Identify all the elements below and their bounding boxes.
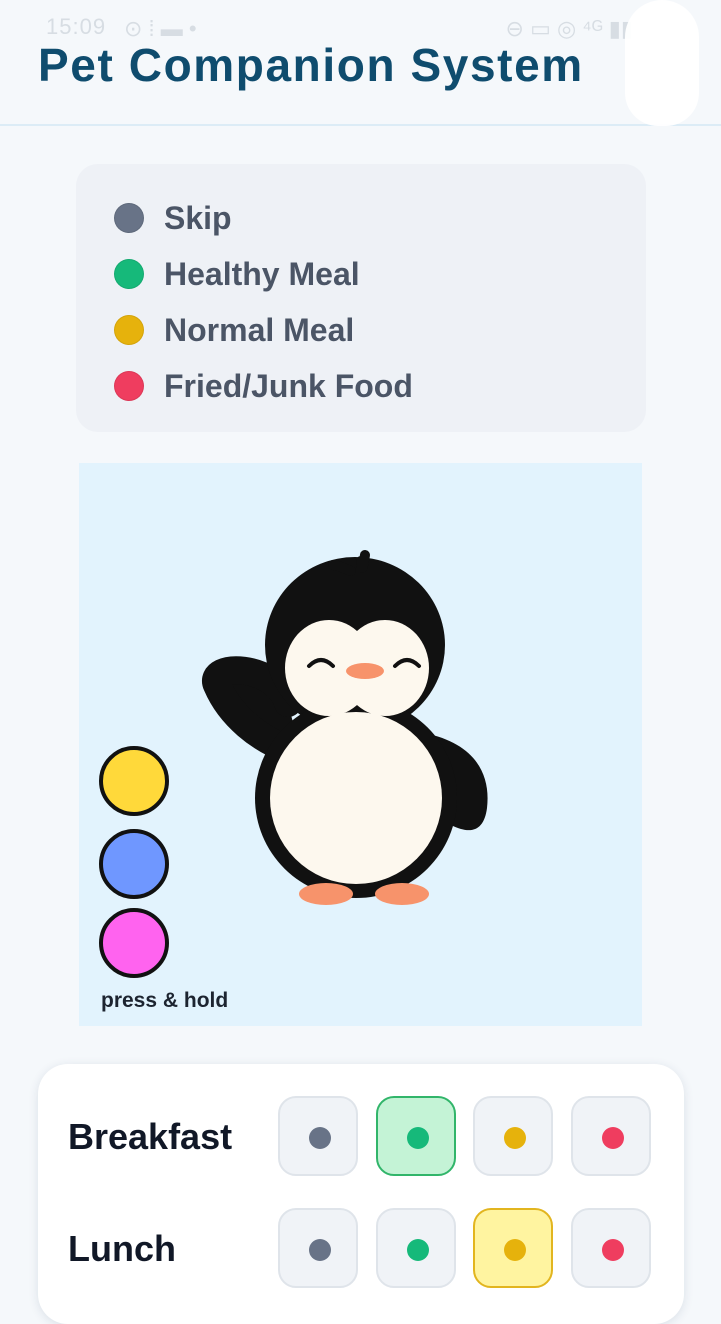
- pet-area[interactable]: press & hold: [79, 463, 642, 1026]
- meal-row-breakfast: Breakfast: [38, 1096, 684, 1180]
- normal-dot-icon: [504, 1127, 526, 1149]
- lunch-skip-option[interactable]: [278, 1208, 358, 1288]
- meal-legend: Skip Healthy Meal Normal Meal Fried/Junk…: [76, 164, 646, 432]
- junk-dot-icon: [602, 1127, 624, 1149]
- junk-dot-icon: [602, 1239, 624, 1261]
- lunch-normal-option[interactable]: [473, 1208, 553, 1288]
- lunch-junk-option[interactable]: [571, 1208, 651, 1288]
- legend-label: Healthy Meal: [164, 255, 360, 292]
- legend-dot-healthy: [114, 259, 144, 289]
- meal-row-lunch: Lunch: [38, 1208, 684, 1292]
- page-title: Pet Companion System: [38, 39, 584, 91]
- legend-dot-junk: [114, 371, 144, 401]
- normal-dot-icon: [504, 1239, 526, 1261]
- breakfast-junk-option[interactable]: [571, 1096, 651, 1176]
- yellow-color-button[interactable]: [99, 746, 169, 816]
- legend-label: Normal Meal: [164, 311, 355, 348]
- breakfast-skip-option[interactable]: [278, 1096, 358, 1176]
- press-hold-hint: press & hold: [101, 989, 229, 1012]
- meal-label: Lunch: [68, 1228, 176, 1269]
- legend-item-healthy: Healthy Meal: [114, 254, 360, 294]
- legend-label: Fried/Junk Food: [164, 367, 413, 404]
- legend-item-normal: Normal Meal: [114, 310, 354, 350]
- meal-label: Breakfast: [68, 1116, 233, 1157]
- legend-label: Skip: [164, 199, 232, 236]
- app-header: Pet Companion System: [0, 0, 721, 126]
- legend-item-junk: Fried/Junk Food: [114, 366, 413, 406]
- skip-dot-icon: [309, 1127, 331, 1149]
- blue-color-button[interactable]: [99, 829, 169, 899]
- white-blob-overlay: [625, 0, 699, 126]
- legend-dot-normal: [114, 315, 144, 345]
- healthy-dot-icon: [407, 1239, 429, 1261]
- lunch-healthy-option[interactable]: [376, 1208, 456, 1288]
- healthy-dot-icon: [407, 1127, 429, 1149]
- skip-dot-icon: [309, 1239, 331, 1261]
- meal-card: Breakfast Lunch: [38, 1064, 684, 1324]
- breakfast-healthy-option[interactable]: [376, 1096, 456, 1176]
- pink-color-button[interactable]: [99, 908, 169, 978]
- legend-dot-skip: [114, 203, 144, 233]
- breakfast-normal-option[interactable]: [473, 1096, 553, 1176]
- legend-item-skip: Skip: [114, 198, 232, 238]
